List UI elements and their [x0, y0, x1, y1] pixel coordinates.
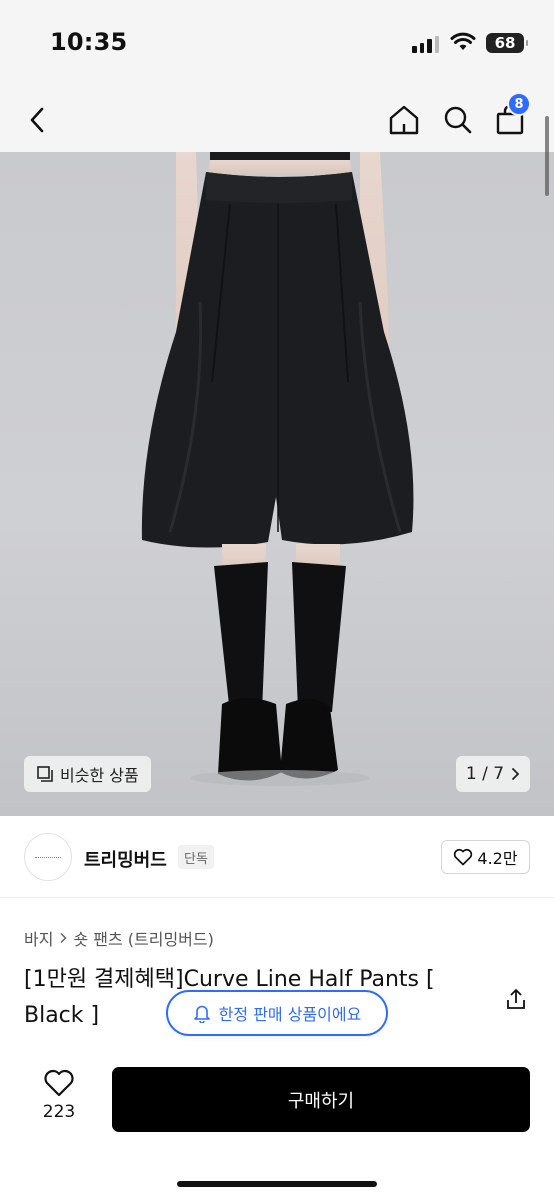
chevron-left-icon	[30, 107, 44, 133]
bell-icon	[193, 1005, 210, 1023]
buy-button[interactable]: 구매하기	[112, 1067, 530, 1132]
breadcrumb: 바지 숏 팬츠 (트리밍버드)	[24, 926, 214, 950]
brand-row[interactable]: 트리밍버드 단독 4.2만	[0, 816, 554, 898]
bottom-action-bar: 223 구매하기	[0, 1050, 554, 1200]
chevron-right-icon	[60, 932, 68, 944]
image-page-indicator[interactable]: 1 / 7	[456, 756, 530, 792]
home-button[interactable]	[386, 96, 422, 144]
chevron-right-icon	[512, 768, 520, 780]
product-image[interactable]	[0, 152, 554, 816]
battery-indicator: 68	[486, 33, 528, 53]
home-indicator	[177, 1181, 377, 1187]
product-photo-illustration	[141, 152, 414, 786]
product-like-button[interactable]: 223	[28, 1068, 90, 1134]
brand-name[interactable]: 트리밍버드	[84, 846, 167, 872]
top-navigation	[0, 88, 554, 152]
cellular-signal-icon	[412, 36, 439, 53]
share-icon	[507, 989, 525, 1009]
limited-sale-notice[interactable]: 한정 판매 상품이에요	[166, 990, 388, 1036]
brand-like-count: 4.2만	[477, 849, 518, 868]
share-button[interactable]	[502, 984, 530, 1014]
similar-products-label: 비슷한 상품	[60, 766, 139, 785]
breadcrumb-subcategory[interactable]: 숏 팬츠 (트리밍버드)	[73, 926, 213, 950]
search-icon	[444, 106, 472, 134]
heart-icon	[44, 1069, 74, 1097]
search-button[interactable]	[440, 96, 476, 144]
scroll-indicator[interactable]	[545, 116, 549, 196]
similar-products-icon	[37, 766, 53, 782]
limited-sale-label: 한정 판매 상품이에요	[218, 1005, 362, 1024]
status-bar: 10:35 68	[0, 0, 554, 88]
product-like-count: 223	[42, 1102, 76, 1122]
breadcrumb-category[interactable]: 바지	[24, 926, 53, 950]
heart-icon	[454, 848, 473, 866]
brand-like-button[interactable]: 4.2만	[441, 840, 530, 874]
similar-products-button[interactable]: 비슷한 상품	[24, 756, 151, 792]
status-time: 10:35	[50, 28, 128, 56]
exclusive-badge: 단독	[178, 845, 214, 869]
home-icon	[389, 105, 419, 135]
cart-count-badge: 8	[507, 92, 531, 116]
image-page-count: 1 / 7	[465, 764, 505, 784]
brand-logo[interactable]	[24, 833, 72, 881]
back-button[interactable]	[28, 96, 58, 144]
wifi-icon	[450, 32, 476, 50]
